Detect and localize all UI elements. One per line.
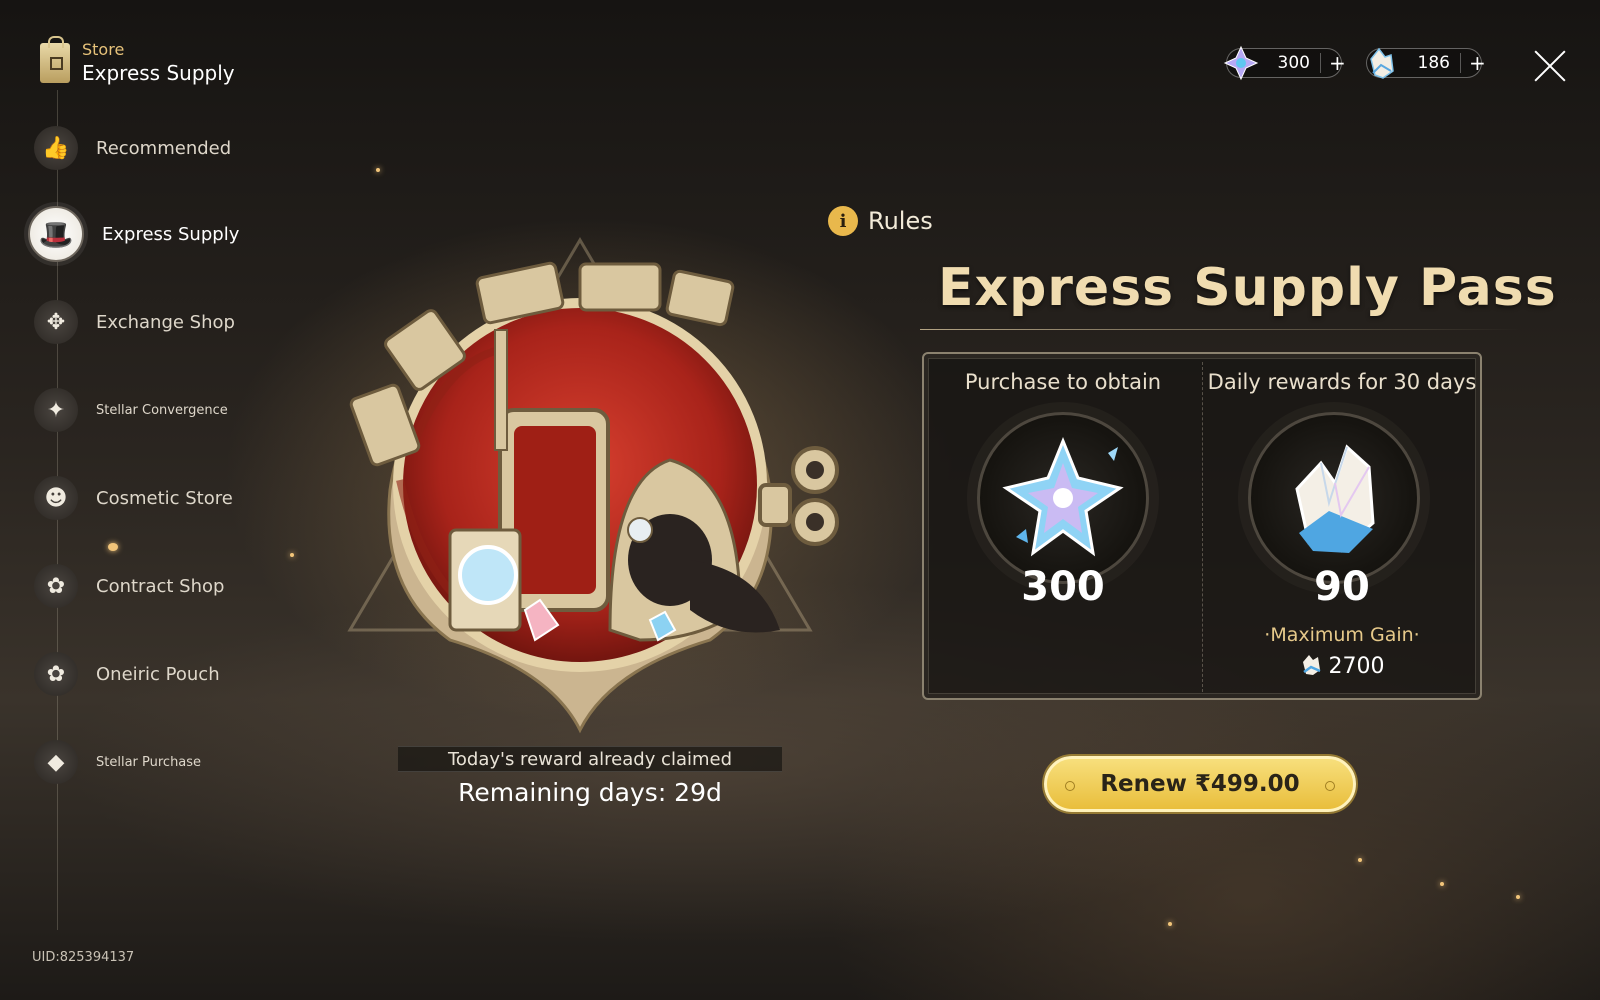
- stellar-jade-counter[interactable]: 300 +: [1223, 45, 1346, 81]
- stellar-jade-icon: [1221, 43, 1261, 83]
- shopping-bag-icon: [40, 35, 70, 83]
- sidebar-item-label: Recommended: [96, 137, 232, 159]
- hat-icon: ☻: [34, 476, 78, 520]
- thumbs-up-icon: 👍: [34, 126, 78, 170]
- sparkle-decoration: [376, 168, 380, 172]
- exchange-icon: ✥: [34, 300, 78, 344]
- pass-rewards-panel: Purchase to obtain 300 Daily rewards for…: [922, 352, 1482, 700]
- sparkle-decoration: [1516, 895, 1520, 899]
- rules-label: Rules: [868, 207, 933, 235]
- reward-claimed-status: Today's reward already claimed: [398, 746, 782, 772]
- oneiric-shard-icon: [1300, 652, 1322, 682]
- flower-icon: ✿: [34, 652, 78, 696]
- oneiric-shard-amount: 186: [1411, 53, 1461, 73]
- pom-pom-icon: 🎩: [28, 206, 84, 262]
- sidebar-item-label: Contract Shop: [96, 575, 225, 597]
- sidebar-item-contract-shop[interactable]: ✿ Contract Shop: [34, 562, 224, 610]
- purchase-amount: 300: [1021, 564, 1105, 610]
- sidebar-item-label: Stellar Convergence: [96, 402, 228, 418]
- rules-button[interactable]: i Rules: [828, 206, 933, 236]
- sidebar-item-label: Cosmetic Store: [96, 487, 233, 509]
- oneiric-shard-reward-orb: [1248, 412, 1420, 584]
- store-sidebar: Store Express Supply 👍 Recommended 🎩 Exp…: [0, 0, 280, 1000]
- title-divider: [920, 329, 1520, 330]
- sparkle-decoration: [290, 553, 294, 557]
- user-id: UID:825394137: [32, 950, 135, 965]
- add-oneiric-shard-button[interactable]: +: [1461, 51, 1486, 75]
- oneiric-shard-icon: [1361, 43, 1401, 83]
- remaining-days: Remaining days: 29d: [458, 778, 722, 807]
- sidebar-item-express-supply[interactable]: 🎩 Express Supply: [28, 206, 240, 262]
- sidebar-item-label: Stellar Purchase: [96, 754, 202, 770]
- sidebar-item-oneiric-pouch[interactable]: ✿ Oneiric Pouch: [34, 650, 220, 698]
- sparkle-decoration: [1440, 882, 1444, 886]
- stellar-jade-amount: 300: [1271, 53, 1321, 73]
- maximum-gain-value: 2700: [1202, 652, 1482, 682]
- page-title: Express Supply: [82, 61, 235, 85]
- oneiric-shard-icon: [1295, 444, 1375, 553]
- close-button[interactable]: [1532, 48, 1568, 84]
- flower-icon: ✿: [34, 564, 78, 608]
- daily-amount: 90: [1314, 564, 1370, 610]
- daily-rewards-header: Daily rewards for 30 days: [1207, 370, 1477, 394]
- info-icon: i: [828, 206, 858, 236]
- add-stellar-jade-button[interactable]: +: [1321, 51, 1346, 75]
- store-header: Store Express Supply: [40, 35, 235, 85]
- sidebar-item-label: Oneiric Pouch: [96, 663, 220, 685]
- sparkle-decoration: [1358, 858, 1362, 862]
- sidebar-item-stellar-convergence[interactable]: ✦ Stellar Convergence: [34, 386, 228, 434]
- store-section-label: Store: [82, 40, 125, 59]
- stellar-jade-icon: [1002, 437, 1124, 557]
- renew-button[interactable]: Renew ₹499.00: [1044, 756, 1356, 812]
- sparkle-decoration: [1168, 922, 1172, 926]
- sidebar-item-label: Express Supply: [102, 223, 240, 245]
- purchase-header: Purchase to obtain: [964, 370, 1162, 394]
- stellar-jade-reward-orb: [977, 412, 1149, 584]
- convergence-icon: ✦: [34, 388, 78, 432]
- maximum-gain-label: ·Maximum Gain·: [1264, 624, 1420, 646]
- express-supply-emblem: [347, 237, 839, 734]
- sidebar-item-stellar-purchase[interactable]: ◆ Stellar Purchase: [34, 738, 201, 786]
- oneiric-shard-counter[interactable]: 186 +: [1366, 47, 1486, 79]
- sidebar-item-cosmetic-store[interactable]: ☻ Cosmetic Store: [34, 474, 233, 522]
- maximum-gain-amount: 2700: [1328, 654, 1385, 679]
- crystal-icon: ◆: [34, 740, 78, 784]
- pass-title: Express Supply Pass: [938, 258, 1557, 318]
- sidebar-item-exchange-shop[interactable]: ✥ Exchange Shop: [34, 298, 235, 346]
- sidebar-item-recommended[interactable]: 👍 Recommended: [34, 124, 231, 172]
- sidebar-item-label: Exchange Shop: [96, 311, 235, 333]
